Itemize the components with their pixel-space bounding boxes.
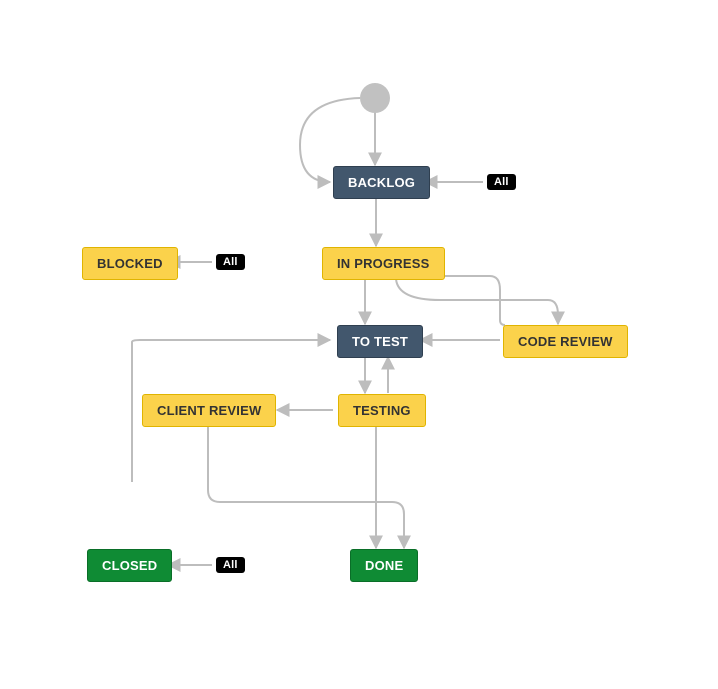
state-backlog[interactable]: BACKLOG — [333, 166, 430, 199]
state-done[interactable]: DONE — [350, 549, 418, 582]
start-node — [360, 83, 390, 113]
all-pill-closed[interactable]: All — [216, 557, 245, 573]
state-code-review[interactable]: CODE REVIEW — [503, 325, 628, 358]
all-pill-blocked[interactable]: All — [216, 254, 245, 270]
all-pill-backlog[interactable]: All — [487, 174, 516, 190]
state-client-review[interactable]: CLIENT REVIEW — [142, 394, 276, 427]
state-testing[interactable]: TESTING — [338, 394, 426, 427]
state-closed[interactable]: CLOSED — [87, 549, 172, 582]
workflow-diagram: { "nodes": { "backlog": { "label": "BACK… — [0, 0, 718, 689]
state-to-test[interactable]: TO TEST — [337, 325, 423, 358]
state-in-progress[interactable]: IN PROGRESS — [322, 247, 445, 280]
state-blocked[interactable]: BLOCKED — [82, 247, 178, 280]
